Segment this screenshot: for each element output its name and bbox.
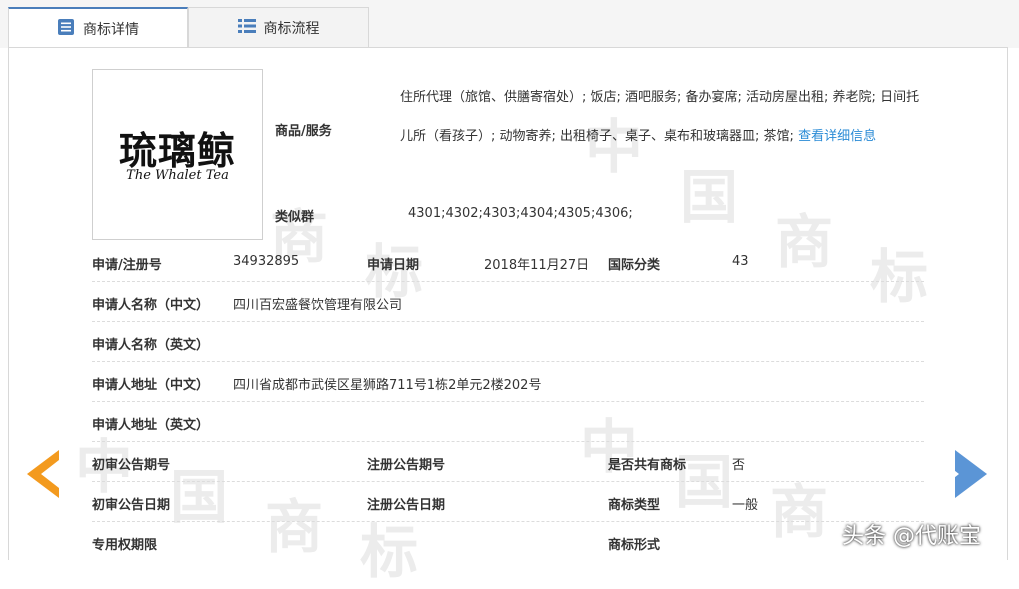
applicant-en-label: 申请人名称（英文） — [92, 338, 210, 353]
reg-no-label: 申请/注册号 — [92, 258, 162, 273]
row-divider — [92, 361, 924, 362]
shared-trademark-label: 是否共有商标 — [608, 458, 687, 473]
intl-class-value: 43 — [732, 254, 749, 269]
trademark-type-value: 一般 — [732, 498, 759, 513]
tab-label: 商标详情 — [83, 22, 139, 38]
trademark-form-label: 商标形式 — [608, 538, 661, 553]
applicant-cn-label: 申请人名称（中文） — [92, 298, 210, 313]
reg-pub-no-label: 注册公告期号 — [367, 458, 446, 473]
exclusive-period-label: 专用权期限 — [92, 538, 158, 553]
tab-label: 商标流程 — [263, 20, 320, 37]
similar-group-value: 4301;4302;4303;4304;4305;4306; — [408, 206, 633, 221]
tab-trademark-details[interactable]: 商标详情 — [8, 7, 188, 49]
prelim-pub-date-label: 初审公告日期 — [92, 498, 171, 513]
apply-date-label: 申请日期 — [367, 258, 420, 273]
logo-chinese-text: 琉璃鲸 — [118, 128, 236, 173]
goods-services-value: 住所代理（旅馆、供膳寄宿处）; 饭店; 酒吧服务; 备办宴席; 活动房屋出租; … — [400, 78, 925, 156]
row-divider — [92, 281, 924, 282]
trademark-type-label: 商标类型 — [608, 498, 661, 513]
tab-bar: 商标详情 商标流程 — [0, 0, 1019, 49]
address-cn-value: 四川省成都市武侯区星狮路711号1栋2单元2楼202号 — [233, 378, 542, 393]
next-arrow-icon[interactable] — [941, 450, 987, 498]
list-icon — [57, 18, 75, 40]
view-details-link[interactable]: 查看详细信息 — [798, 129, 876, 144]
row-divider — [92, 401, 924, 402]
address-cn-label: 申请人地址（中文） — [92, 378, 210, 393]
reg-pub-date-label: 注册公告日期 — [367, 498, 446, 513]
row-divider — [92, 441, 924, 442]
grid-icon — [237, 18, 256, 38]
reg-no-value: 34932895 — [233, 254, 300, 269]
row-divider — [92, 321, 924, 322]
row-divider — [92, 521, 924, 522]
prelim-pub-no-label: 初审公告期号 — [92, 458, 171, 473]
logo-english-text: The Whalet Tea — [126, 168, 229, 183]
trademark-logo: 琉璃鲸 The Whalet Tea — [92, 69, 263, 240]
footer-watermark: 头条 @代账宝 — [842, 524, 981, 549]
address-en-label: 申请人地址（英文） — [92, 418, 210, 433]
shared-trademark-value: 否 — [732, 458, 746, 473]
apply-date-value: 2018年11月27日 — [484, 258, 590, 273]
row-divider — [92, 481, 924, 482]
tab-trademark-process[interactable]: 商标流程 — [188, 7, 369, 47]
previous-arrow-icon[interactable] — [27, 450, 59, 498]
applicant-cn-value: 四川百宏盛餐饮管理有限公司 — [233, 298, 403, 313]
goods-services-label: 商品/服务 — [275, 124, 332, 139]
similar-group-label: 类似群 — [275, 210, 315, 225]
intl-class-label: 国际分类 — [608, 258, 661, 273]
